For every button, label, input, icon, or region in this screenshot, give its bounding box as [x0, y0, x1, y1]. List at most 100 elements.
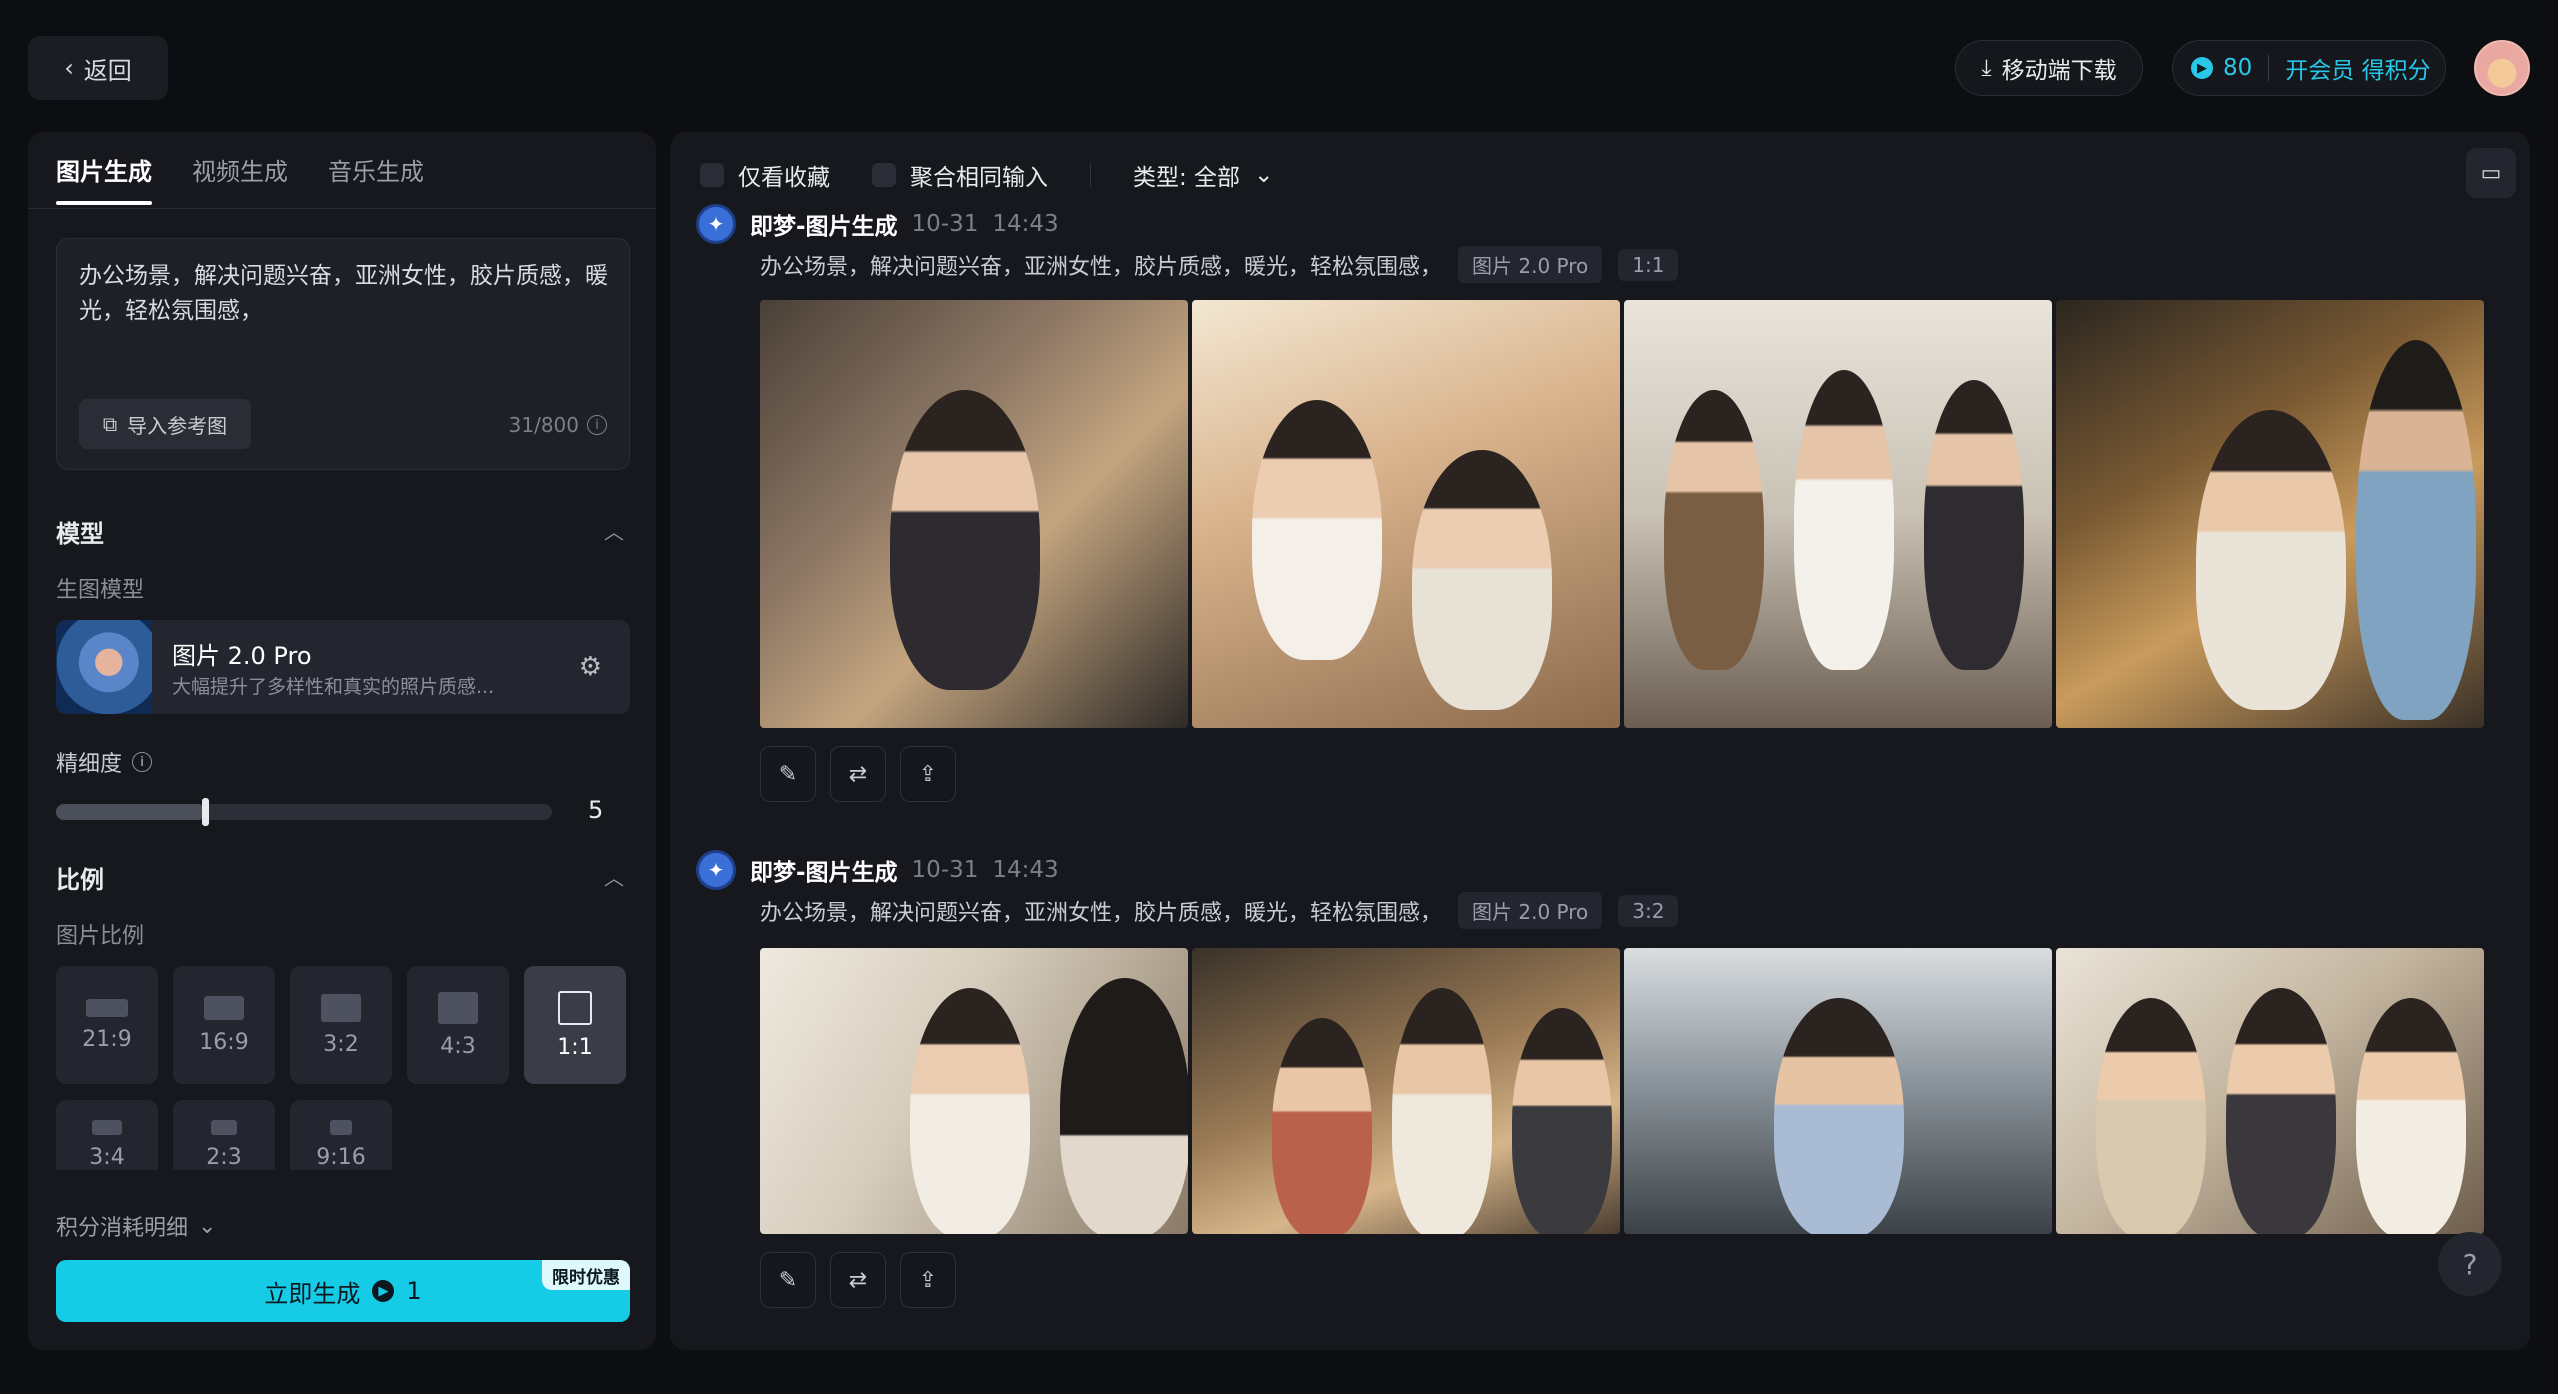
favorites-checkbox[interactable] [700, 163, 724, 187]
slider-thumb[interactable] [201, 798, 209, 826]
ratio-option-3-2[interactable]: 3:2 [290, 966, 392, 1084]
detail-slider[interactable] [56, 798, 552, 826]
info-icon[interactable]: i [132, 752, 153, 772]
detail-label-row: 精细度 i [56, 746, 153, 778]
points-detail-toggle[interactable]: 积分消耗明细 ⌄ [56, 1210, 216, 1242]
entry-prompt: 办公场景，解决问题兴奋，亚洲女性，胶片质感，暖光，轻松氛围感， [760, 254, 1443, 280]
generation-tabs: 图片生成 视频生成 音乐生成 [56, 152, 424, 205]
chevron-up-icon[interactable]: ︿ [604, 862, 624, 891]
download-icon: ⤓ [1981, 55, 1992, 81]
detail-label: 精细度 [56, 752, 123, 777]
generate-label: 立即生成 [264, 1279, 361, 1308]
generate-button[interactable]: 立即生成 ▶ 1 限时优惠 [56, 1260, 630, 1322]
prompt-text[interactable]: 办公场景，解决问题兴奋，亚洲女性，胶片质感，暖光，轻松氛围感， [79, 259, 609, 329]
ratio-grid: 21:9 16:9 3:2 4:3 1:1 [56, 966, 626, 1084]
char-count: 31/800 i [509, 413, 607, 437]
regenerate-icon[interactable]: ⇄ [830, 746, 886, 802]
share-icon[interactable]: ⇪ [900, 1252, 956, 1308]
favorites-label: 仅看收藏 [738, 165, 830, 191]
ratio-shape-icon [211, 1120, 237, 1135]
entry-date: 10-31 [911, 857, 979, 883]
tab-music[interactable]: 音乐生成 [328, 152, 424, 205]
prompt-input[interactable]: 办公场景，解决问题兴奋，亚洲女性，胶片质感，暖光，轻松氛围感， ⧉ 导入参考图 … [56, 238, 630, 470]
import-reference-button[interactable]: ⧉ 导入参考图 [79, 399, 251, 449]
scroll-fade [28, 1172, 656, 1196]
points-box[interactable]: ▶ 80 开会员 得积分 [2172, 40, 2446, 96]
ratio-option-16-9[interactable]: 16:9 [173, 966, 275, 1084]
slider-fill [56, 804, 205, 820]
ratio-tag: 1:1 [1618, 248, 1679, 281]
points-count: 80 [2223, 55, 2253, 81]
ratio-shape-icon [204, 995, 244, 1020]
ratio-label: 21:9 [82, 1026, 132, 1052]
share-icon[interactable]: ⇪ [900, 746, 956, 802]
tabs-divider [28, 208, 656, 209]
ratio-label: 16:9 [199, 1029, 249, 1055]
ratio-tag: 3:2 [1618, 894, 1679, 927]
entry-time: 14:43 [992, 857, 1059, 883]
ratio-option-2-3[interactable]: 2:3 [173, 1100, 275, 1170]
ratio-option-4-3[interactable]: 4:3 [407, 966, 509, 1084]
ratio-subtitle: 图片比例 [56, 924, 145, 949]
vip-link[interactable]: 开会员 得积分 [2285, 51, 2430, 85]
folder-icon[interactable]: ▭ [2466, 148, 2516, 198]
model-section-title: 模型 [56, 520, 104, 548]
merge-checkbox[interactable] [872, 163, 896, 187]
type-dropdown[interactable]: 类型: 全部 ⌄ [1133, 158, 1273, 192]
ratio-option-9-16[interactable]: 9:16 [290, 1100, 392, 1170]
model-description: 大幅提升了多样性和真实的照片质感... [172, 676, 495, 698]
ratio-label: 1:1 [557, 1034, 593, 1060]
entry-actions: ✎ ⇄ ⇪ [760, 746, 956, 802]
ratio-shape-icon [558, 990, 592, 1025]
back-label: 返回 [83, 56, 132, 85]
ratio-option-3-4[interactable]: 3:4 [56, 1100, 158, 1170]
filter-favorites[interactable]: 仅看收藏 [700, 158, 830, 192]
generated-image[interactable] [1624, 300, 2052, 728]
detail-value: 5 [588, 796, 604, 824]
ratio-option-21-9[interactable]: 21:9 [56, 966, 158, 1084]
user-avatar[interactable] [2474, 40, 2530, 96]
entry-prompt-line: 办公场景，解决问题兴奋，亚洲女性，胶片质感，暖光，轻松氛围感， 图片 2.0 P… [760, 892, 1679, 929]
ratio-label: 2:3 [206, 1145, 242, 1170]
sliders-icon[interactable]: ⚙ [579, 652, 602, 682]
generated-image[interactable] [760, 300, 1188, 728]
model-thumbnail [56, 620, 152, 714]
entry-header: ✦ 即梦-图片生成 10-31 14:43 [696, 850, 1059, 890]
entry-title: 即梦-图片生成 [750, 214, 898, 240]
points-detail-label: 积分消耗明细 [56, 1216, 189, 1241]
generated-image[interactable] [2056, 948, 2484, 1234]
edit-icon[interactable]: ✎ [760, 746, 816, 802]
entry-time: 14:43 [992, 211, 1059, 237]
ratio-shape-icon [438, 991, 478, 1024]
jimeng-logo-icon: ✦ [696, 204, 736, 244]
image-grid [760, 948, 2484, 1234]
mobile-download-button[interactable]: ⤓ 移动端下载 [1955, 40, 2143, 96]
results-panel: 仅看收藏 聚合相同输入 类型: 全部 ⌄ ▭ ✦ 即梦-图片生成 10-31 1… [670, 132, 2530, 1350]
ratio-label: 4:3 [440, 1033, 476, 1059]
generated-image[interactable] [1624, 948, 2052, 1234]
help-button[interactable]: ? [2438, 1232, 2502, 1296]
coin-icon: ▶ [372, 1280, 395, 1302]
filter-divider [1090, 163, 1091, 187]
ratio-shape-icon [330, 1120, 352, 1135]
tab-image[interactable]: 图片生成 [56, 152, 152, 205]
generated-image[interactable] [2056, 300, 2484, 728]
chevron-left-icon: ‹ [64, 54, 74, 82]
generated-image[interactable] [1192, 300, 1620, 728]
back-button[interactable]: ‹ 返回 [28, 36, 168, 100]
info-icon[interactable]: i [587, 415, 607, 435]
edit-icon[interactable]: ✎ [760, 1252, 816, 1308]
points-divider [2268, 55, 2270, 81]
model-selector[interactable]: 图片 2.0 Pro 大幅提升了多样性和真实的照片质感... ⚙ [56, 620, 630, 714]
chevron-up-icon[interactable]: ︿ [604, 516, 624, 545]
regenerate-icon[interactable]: ⇄ [830, 1252, 886, 1308]
generated-image[interactable] [1192, 948, 1620, 1234]
model-tag: 图片 2.0 Pro [1458, 246, 1603, 283]
generated-image[interactable] [760, 948, 1188, 1234]
tab-video[interactable]: 视频生成 [192, 152, 288, 205]
merge-label: 聚合相同输入 [910, 165, 1048, 191]
ratio-label: 3:4 [89, 1145, 125, 1170]
ratio-option-1-1[interactable]: 1:1 [524, 966, 626, 1084]
ratio-shape-icon [92, 1120, 122, 1135]
filter-merge[interactable]: 聚合相同输入 [872, 158, 1048, 192]
